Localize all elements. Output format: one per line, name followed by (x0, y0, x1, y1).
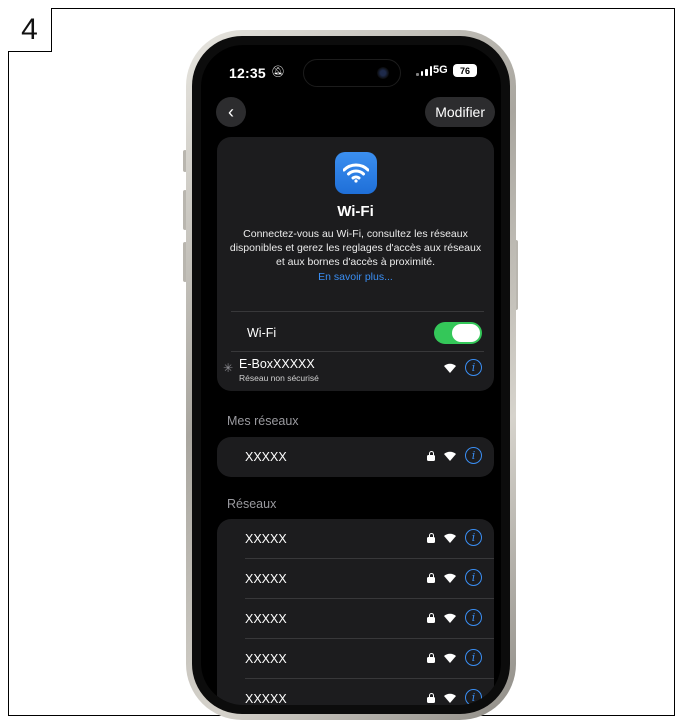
info-icon[interactable]: i (465, 447, 482, 464)
network-icons: i (427, 609, 482, 626)
wifi-icon (444, 573, 456, 583)
wifi-icon (444, 363, 456, 373)
wifi-icon (444, 613, 456, 623)
connecting-network-name[interactable]: E-BoxXXXXX (239, 357, 315, 371)
my-networks-header: Mes réseaux (227, 414, 299, 428)
connecting-network-icons: i (444, 359, 482, 376)
loading-spinner-icon: ✳︎ (223, 361, 234, 375)
wifi-icon (444, 533, 456, 543)
wifi-icon (444, 693, 456, 703)
info-icon[interactable]: i (465, 359, 482, 376)
lock-icon (427, 450, 435, 461)
list-item[interactable]: XXXXX i (217, 519, 494, 559)
battery-indicator: 76 (453, 64, 477, 77)
lock-icon (427, 532, 435, 543)
wifi-info-card: Wi-Fi Connectez-vous au Wi-Fi, consultez… (217, 137, 494, 391)
step-number: 4 (8, 8, 52, 52)
network-name: XXXXX (245, 692, 287, 705)
list-item[interactable]: XXXXX i (217, 559, 494, 599)
info-icon[interactable]: i (465, 609, 482, 626)
network-icons: i (427, 689, 482, 705)
info-icon[interactable]: i (465, 529, 482, 546)
wifi-toggle-label: Wi-Fi (247, 326, 277, 340)
status-bar: 12:35 🔕︎ 5G 76 (201, 45, 501, 91)
network-type: 5G (433, 64, 448, 76)
network-name: XXXXX (245, 532, 287, 546)
back-button[interactable]: ‹ (216, 97, 246, 127)
list-item[interactable]: XXXXX i (217, 639, 494, 679)
silent-bell-icon: 🔕︎ (271, 66, 285, 78)
info-icon[interactable]: i (465, 689, 482, 705)
network-name: XXXXX (245, 652, 287, 666)
chevron-left-icon: ‹ (228, 101, 234, 122)
network-name: XXXXX (245, 572, 287, 586)
lock-icon (427, 572, 435, 583)
wifi-card-description: Connectez-vous au Wi-Fi, consultez les r… (229, 228, 482, 268)
lock-icon (427, 612, 435, 623)
networks-list: XXXXX i XXXXX i XXXXX i XXXXX i XXXXX i (217, 519, 494, 705)
lock-icon (427, 652, 435, 663)
network-icons: i (427, 569, 482, 586)
camera-icon (377, 67, 389, 79)
network-icons: i (427, 447, 482, 464)
learn-more-link[interactable]: En savoir plus... (217, 271, 494, 283)
wifi-icon (444, 451, 456, 461)
lock-icon (427, 692, 435, 703)
network-icons: i (427, 649, 482, 666)
list-item[interactable]: XXXXX i (217, 599, 494, 639)
wifi-card-title: Wi-Fi (337, 203, 374, 220)
networks-header: Réseaux (227, 497, 277, 511)
wifi-icon (444, 653, 456, 663)
info-icon[interactable]: i (465, 569, 482, 586)
edit-button[interactable]: Modifier (425, 97, 495, 127)
connecting-network-security: Réseau non sécurisé (239, 373, 319, 383)
list-item[interactable]: XXXXX i (217, 679, 494, 705)
wifi-app-icon (335, 152, 377, 194)
phone-device: 12:35 🔕︎ 5G 76 ‹ Modifier Wi-Fi Connecte… (186, 30, 516, 720)
signal-bars-icon (416, 66, 432, 76)
network-name: XXXXX (245, 612, 287, 626)
my-networks-list: XXXXX i (217, 437, 494, 477)
info-icon[interactable]: i (465, 649, 482, 666)
divider (231, 351, 484, 352)
network-icons: i (427, 529, 482, 546)
status-time: 12:35 (229, 65, 266, 81)
network-name: XXXXX (245, 450, 287, 464)
wifi-toggle[interactable] (434, 322, 482, 344)
list-item[interactable]: XXXXX i (217, 437, 494, 477)
divider (231, 311, 484, 312)
phone-screen: 12:35 🔕︎ 5G 76 ‹ Modifier Wi-Fi Connecte… (201, 45, 501, 705)
